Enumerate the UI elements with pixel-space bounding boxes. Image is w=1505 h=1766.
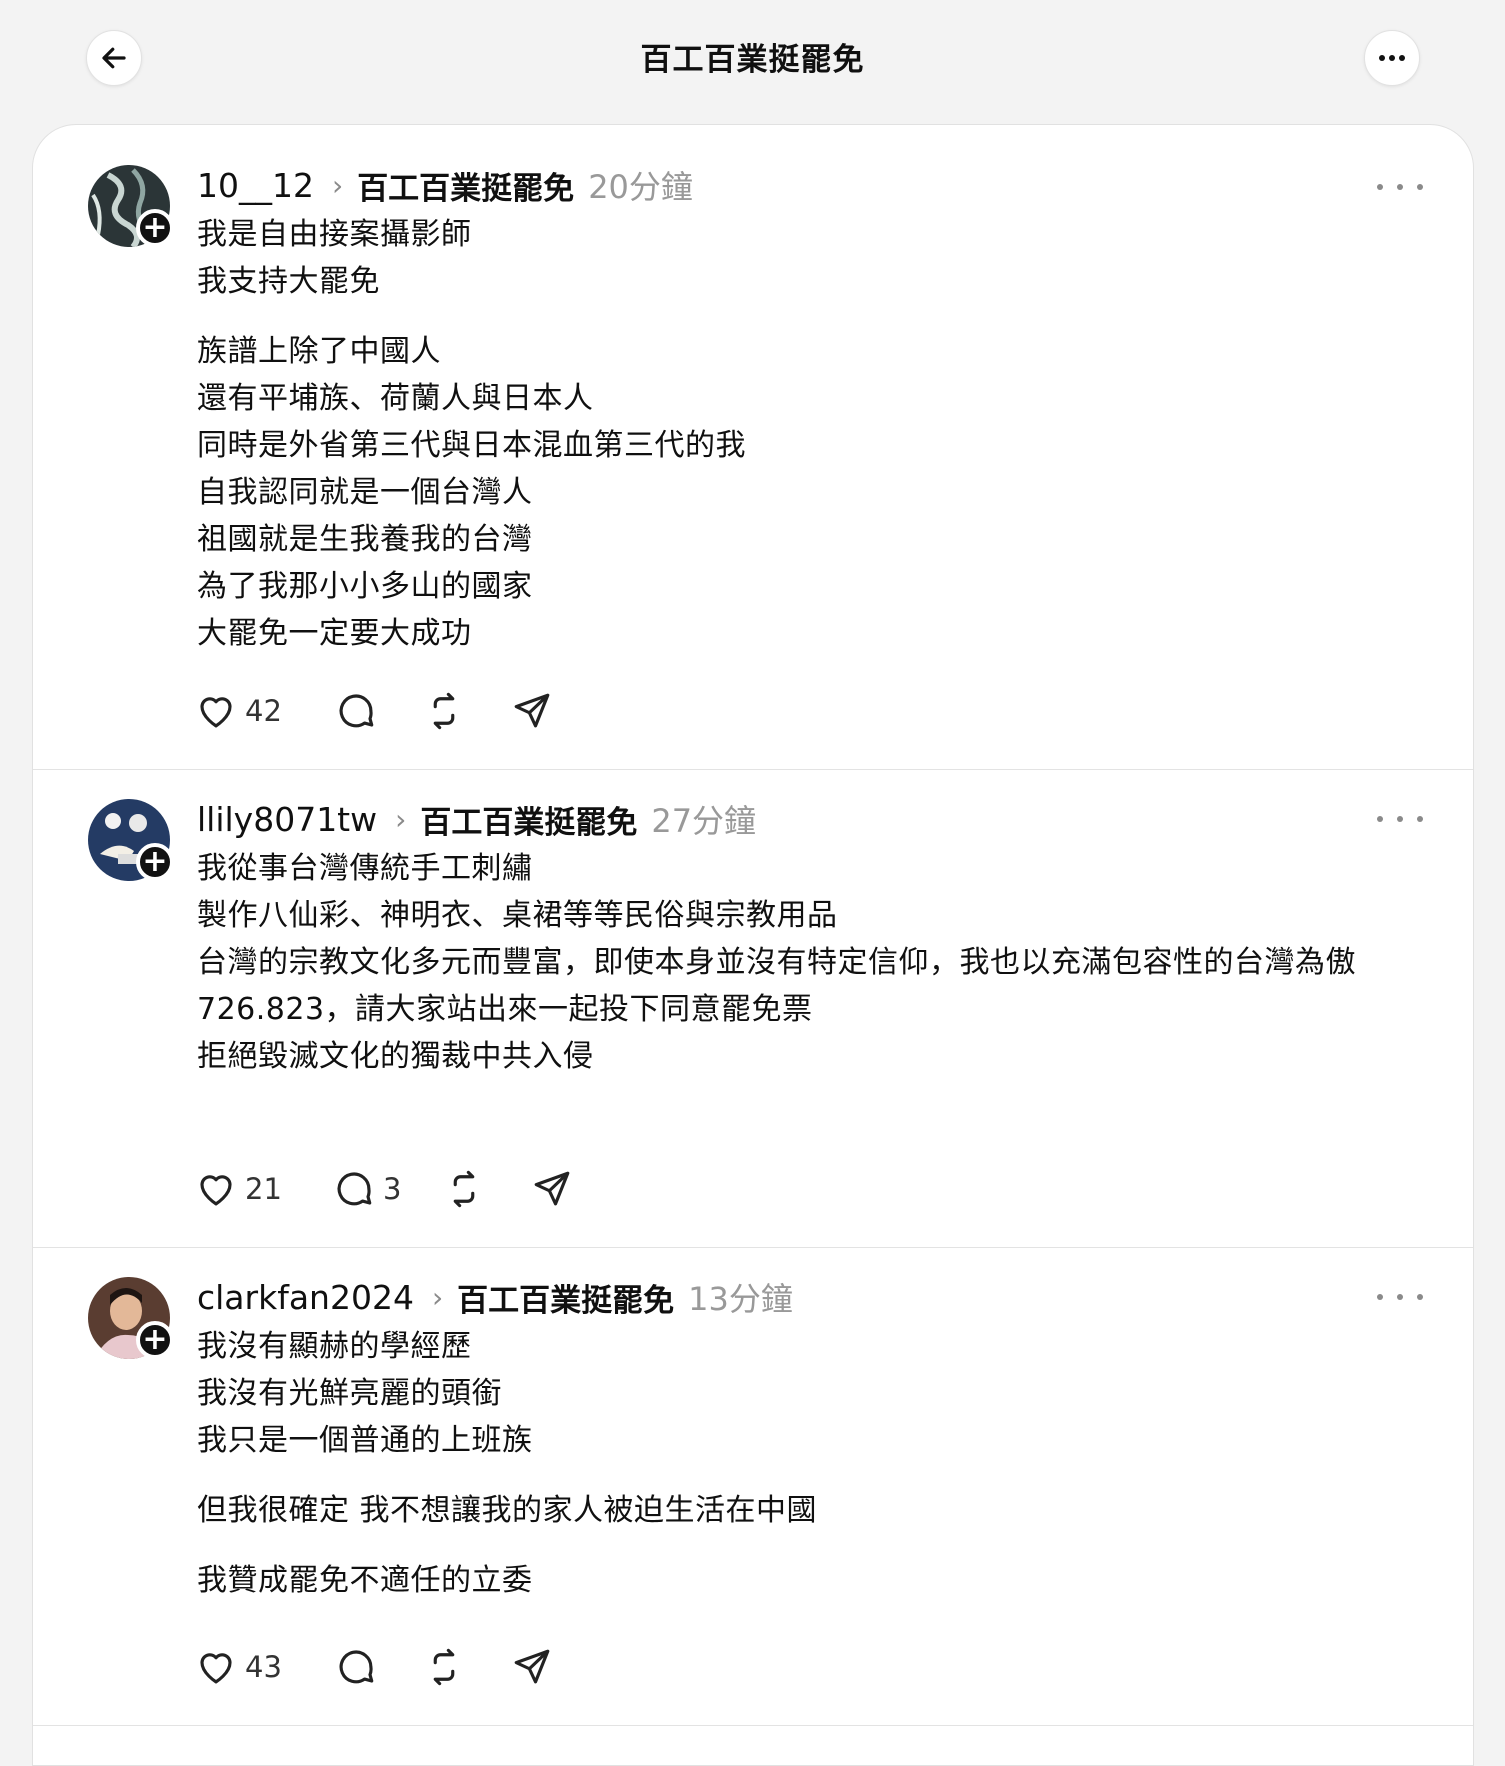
like-count: 21	[245, 1172, 282, 1206]
dot-icon	[1417, 184, 1423, 190]
post-body: 我沒有顯赫的學經歷 我沒有光鮮亮麗的頭銜 我只是一個普通的上班族 但我很確定 我…	[197, 1323, 1447, 1604]
comment-button[interactable]: 3	[333, 1165, 401, 1213]
username-link[interactable]: llily8071tw	[197, 800, 377, 839]
dot-icon	[1397, 1294, 1403, 1300]
post-line: 祖國就是生我養我的台灣	[197, 522, 533, 557]
repost-button[interactable]	[443, 1165, 485, 1213]
post-line: 我贊成罷免不適任的立委	[197, 1563, 533, 1598]
community-link[interactable]: 百工百業挺罷免	[420, 797, 637, 842]
post-line: 726.823，請大家站出來一起投下同意罷免票	[197, 992, 813, 1027]
post: + llily8071tw › 百工百業挺罷免 27分鐘 我從事台灣傳統手工刺繡…	[33, 769, 1473, 1248]
avatar[interactable]: +	[88, 799, 174, 881]
post-line: 自我認同就是一個台灣人	[197, 475, 533, 510]
post-header: clarkfan2024 › 百工百業挺罷免 13分鐘	[197, 1273, 793, 1321]
repost-icon	[433, 1648, 455, 1686]
share-button[interactable]	[511, 687, 553, 735]
repost-button[interactable]	[423, 687, 465, 735]
username-link[interactable]: 10__12	[197, 166, 314, 205]
repost-icon	[433, 692, 455, 730]
community-link[interactable]: 百工百業挺罷免	[457, 1275, 674, 1320]
like-button[interactable]: 43	[195, 1643, 282, 1691]
dot-icon	[1377, 1294, 1383, 1300]
post-line: 同時是外省第三代與日本混血第三代的我	[197, 428, 746, 463]
like-count: 42	[245, 694, 282, 728]
send-icon	[514, 1649, 550, 1684]
post-line: 我沒有光鮮亮麗的頭銜	[197, 1376, 502, 1411]
feed-card: + 10__12 › 百工百業挺罷免 20分鐘 我是自由接案攝影師 我支持大罷免…	[32, 124, 1474, 1766]
follow-plus-button[interactable]: +	[136, 209, 174, 247]
avatar[interactable]: +	[88, 165, 174, 247]
post-body: 我從事台灣傳統手工刺繡 製作八仙彩、神明衣、桌裙等等民俗與宗教用品 台灣的宗教文…	[197, 845, 1447, 1080]
heart-icon	[200, 1175, 232, 1206]
post-body: 我是自由接案攝影師 我支持大罷免 族譜上除了中國人 還有平埔族、荷蘭人與日本人 …	[197, 211, 1447, 657]
post-line: 製作八仙彩、神明衣、桌裙等等民俗與宗教用品	[197, 898, 838, 933]
post-line: 我只是一個普通的上班族	[197, 1423, 533, 1458]
post-line: 族譜上除了中國人	[197, 334, 441, 369]
like-button[interactable]: 42	[195, 687, 282, 735]
repost-button[interactable]	[423, 1643, 465, 1691]
comment-button[interactable]	[335, 1643, 377, 1691]
share-button[interactable]	[531, 1165, 573, 1213]
send-icon	[534, 1171, 570, 1206]
comment-icon	[339, 694, 374, 728]
heart-icon	[200, 1653, 232, 1684]
heart-icon	[200, 697, 232, 728]
chevron-right-icon: ›	[331, 168, 344, 202]
post-line: 我沒有顯赫的學經歷	[197, 1329, 472, 1364]
ellipsis-icon	[1379, 55, 1405, 61]
post-line: 我是自由接案攝影師	[197, 217, 472, 252]
comment-count: 3	[383, 1172, 402, 1206]
top-bar: 百工百業挺罷免	[0, 0, 1505, 112]
dot-icon	[1417, 816, 1423, 822]
post-header: 10__12 › 百工百業挺罷免 20分鐘	[197, 161, 693, 209]
avatar[interactable]: +	[88, 1277, 174, 1359]
post-line: 還有平埔族、荷蘭人與日本人	[197, 381, 594, 416]
comment-icon	[337, 1172, 372, 1206]
post-time: 13分鐘	[688, 1280, 793, 1318]
post-more-button[interactable]	[1377, 1287, 1423, 1307]
post-line: 我從事台灣傳統手工刺繡	[197, 851, 533, 886]
page-title: 百工百業挺罷免	[640, 42, 865, 78]
post-time: 27分鐘	[651, 802, 757, 840]
post-line: 台灣的宗教文化多元而豐富，即使本身並沒有特定信仰，我也以充滿包容性的台灣為傲	[197, 945, 1356, 980]
dot-icon	[1377, 816, 1383, 822]
send-icon	[514, 693, 550, 728]
dot-icon	[1377, 184, 1383, 190]
post-more-button[interactable]	[1377, 809, 1423, 829]
comment-button[interactable]	[335, 687, 377, 735]
username-link[interactable]: clarkfan2024	[197, 1278, 414, 1317]
post-line: 為了我那小小多山的國家	[197, 569, 533, 604]
repost-icon	[453, 1170, 475, 1208]
post: + clarkfan2024 › 百工百業挺罷免 13分鐘 我沒有顯赫的學經歷 …	[33, 1247, 1473, 1726]
dot-icon	[1397, 816, 1403, 822]
post-line: 拒絕毀滅文化的獨裁中共入侵	[197, 1039, 594, 1074]
post-header: llily8071tw › 百工百業挺罷免 27分鐘	[197, 795, 756, 843]
post-line: 大罷免一定要大成功	[197, 616, 472, 651]
chevron-right-icon: ›	[431, 1280, 444, 1314]
chevron-right-icon: ›	[395, 802, 407, 836]
more-options-button[interactable]	[1364, 30, 1420, 86]
like-count: 43	[245, 1650, 282, 1684]
share-button[interactable]	[511, 1643, 553, 1691]
post-time: 20分鐘	[588, 168, 693, 206]
post: + 10__12 › 百工百業挺罷免 20分鐘 我是自由接案攝影師 我支持大罷免…	[33, 125, 1473, 770]
follow-plus-button[interactable]: +	[136, 1321, 174, 1359]
post-more-button[interactable]	[1377, 177, 1423, 197]
community-link[interactable]: 百工百業挺罷免	[357, 163, 574, 208]
comment-icon	[339, 1650, 374, 1684]
post-line: 我支持大罷免	[197, 264, 380, 299]
post-line: 但我很確定 我不想讓我的家人被迫生活在中國	[197, 1493, 818, 1528]
dot-icon	[1397, 184, 1403, 190]
like-button[interactable]: 21	[195, 1165, 282, 1213]
follow-plus-button[interactable]: +	[136, 843, 174, 881]
dot-icon	[1417, 1294, 1423, 1300]
